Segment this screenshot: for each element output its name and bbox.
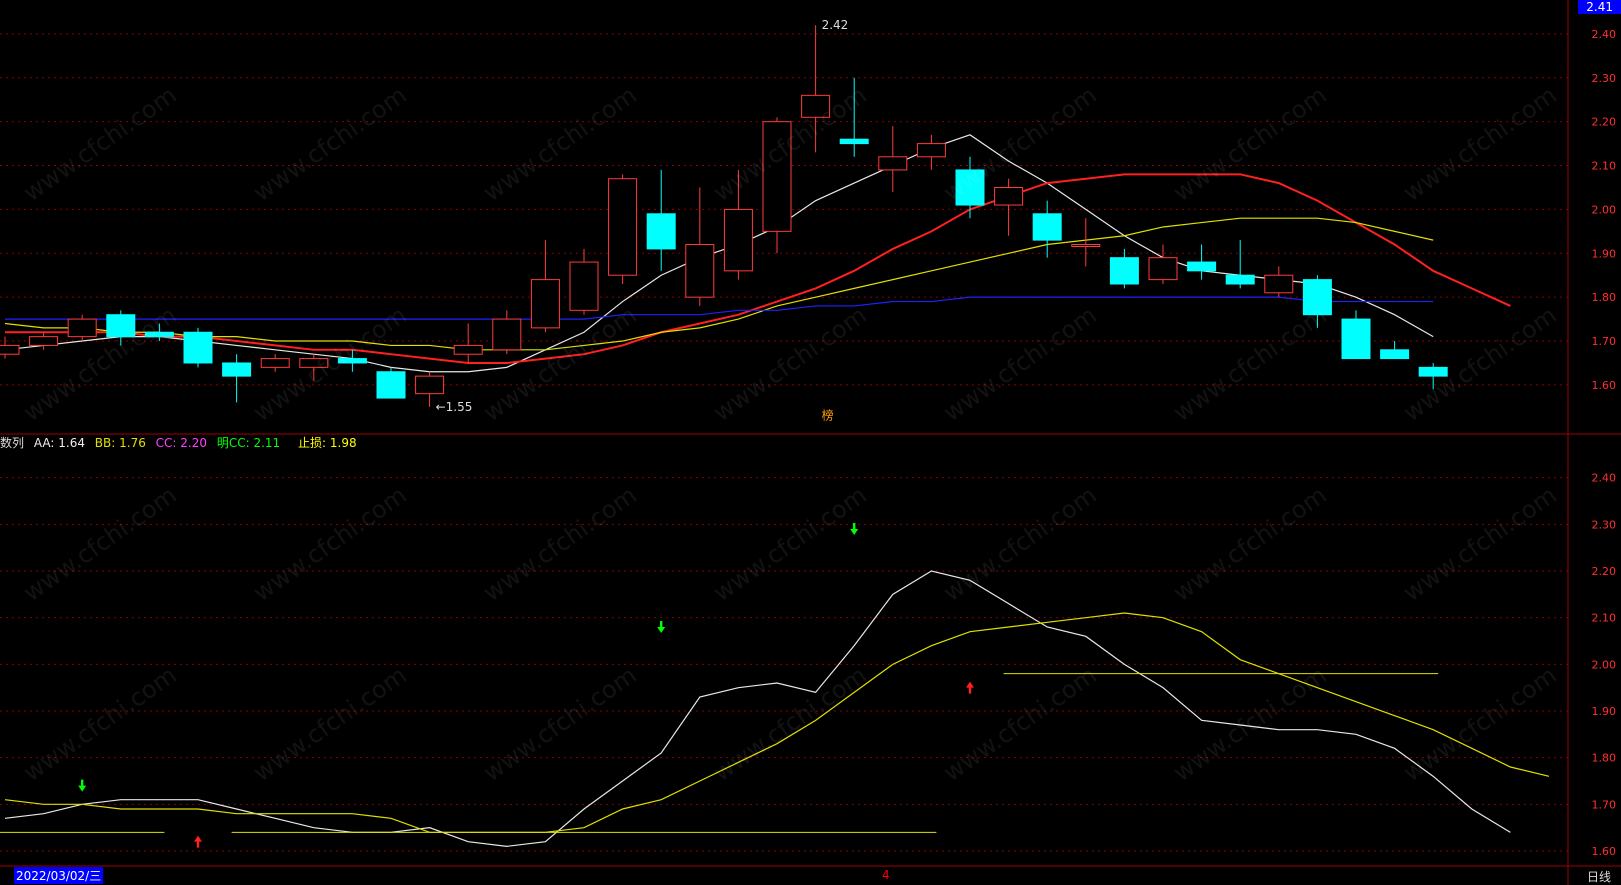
candle-body xyxy=(376,371,406,399)
candle-body xyxy=(878,156,908,171)
buy-arrow xyxy=(194,835,202,848)
sub-tick-label: 1.70 xyxy=(1592,798,1617,811)
candle-body xyxy=(994,186,1024,206)
candle-body xyxy=(260,358,290,368)
candle-body xyxy=(646,213,676,250)
price-annotation: 2.42 xyxy=(822,18,849,32)
main-tick-label: 2.40 xyxy=(1592,28,1617,41)
candle-body xyxy=(1264,274,1294,294)
candle-body xyxy=(1071,244,1101,248)
candle-body xyxy=(608,178,638,276)
main-tick-label: 1.80 xyxy=(1592,291,1617,304)
price-annotation: ←1.55 xyxy=(436,400,473,414)
candle-body xyxy=(453,344,483,355)
candle-body xyxy=(183,331,213,364)
cursor-marker: 4 xyxy=(882,868,890,882)
candle-body xyxy=(415,375,445,395)
candle-body xyxy=(1148,257,1178,281)
candle-body xyxy=(67,318,97,338)
main-tick-label: 1.90 xyxy=(1592,247,1617,260)
sub-tick-label: 2.00 xyxy=(1592,658,1617,671)
main-tick-label: 2.10 xyxy=(1592,160,1617,173)
sell-arrow xyxy=(78,779,87,792)
sub-tick-label: 2.40 xyxy=(1592,472,1617,485)
candle-body xyxy=(916,143,946,158)
cc-value: CC: 2.20 xyxy=(155,436,208,450)
sub-tick-label: 1.80 xyxy=(1592,752,1617,765)
current-price-box: 2.41 xyxy=(1578,0,1621,14)
main-tick-label: 2.30 xyxy=(1592,72,1617,85)
sub-tick-label: 1.60 xyxy=(1592,845,1617,858)
main-tick-label: 1.60 xyxy=(1592,379,1617,392)
candle-body xyxy=(723,208,753,272)
sub-tick-label: 2.30 xyxy=(1592,518,1617,531)
sell-arrow xyxy=(850,523,859,535)
aa-value: AA: 1.64 xyxy=(33,436,85,450)
candle-body xyxy=(1032,213,1062,241)
candle-body xyxy=(1380,349,1410,360)
candle-body xyxy=(1187,261,1217,272)
bb-value: BB: 1.76 xyxy=(94,436,146,450)
stop-loss-value: 止损: 1.98 xyxy=(298,436,357,450)
date-label: 2022/03/02/三 xyxy=(14,867,104,884)
sub-tick-label: 2.10 xyxy=(1592,612,1617,625)
candle-body xyxy=(1225,274,1255,285)
period-label[interactable]: 日线 xyxy=(1587,868,1611,885)
candle-body xyxy=(0,344,20,355)
main-tick-label: 2.20 xyxy=(1592,116,1617,129)
mcc-value: 明CC: 2.11 xyxy=(216,436,281,450)
candle-body xyxy=(1341,318,1371,360)
indicator-header: 数列 AA: 1.64 BB: 1.76 CC: 2.20 明CC: 2.11 … xyxy=(0,434,363,450)
sub-tick-label: 1.90 xyxy=(1592,705,1617,718)
ma60-line xyxy=(5,296,1434,320)
indicator-name: 数列 xyxy=(0,436,25,450)
ma20-line xyxy=(4,217,1434,351)
main-tick-label: 1.70 xyxy=(1592,335,1617,348)
candle-body xyxy=(29,336,59,346)
candle-body xyxy=(685,244,715,298)
main-tick-label: 2.00 xyxy=(1592,203,1617,216)
sell-arrow xyxy=(657,621,666,633)
price-annotation: 榜 xyxy=(822,408,834,423)
candle-body xyxy=(839,138,869,145)
candle-body xyxy=(492,318,522,351)
sub-tick-label: 2.20 xyxy=(1592,565,1617,578)
candle-body xyxy=(569,261,599,311)
candle-body xyxy=(530,279,560,329)
candle-body xyxy=(222,362,252,377)
candle-body xyxy=(1109,257,1139,285)
buy-arrow xyxy=(966,681,974,694)
